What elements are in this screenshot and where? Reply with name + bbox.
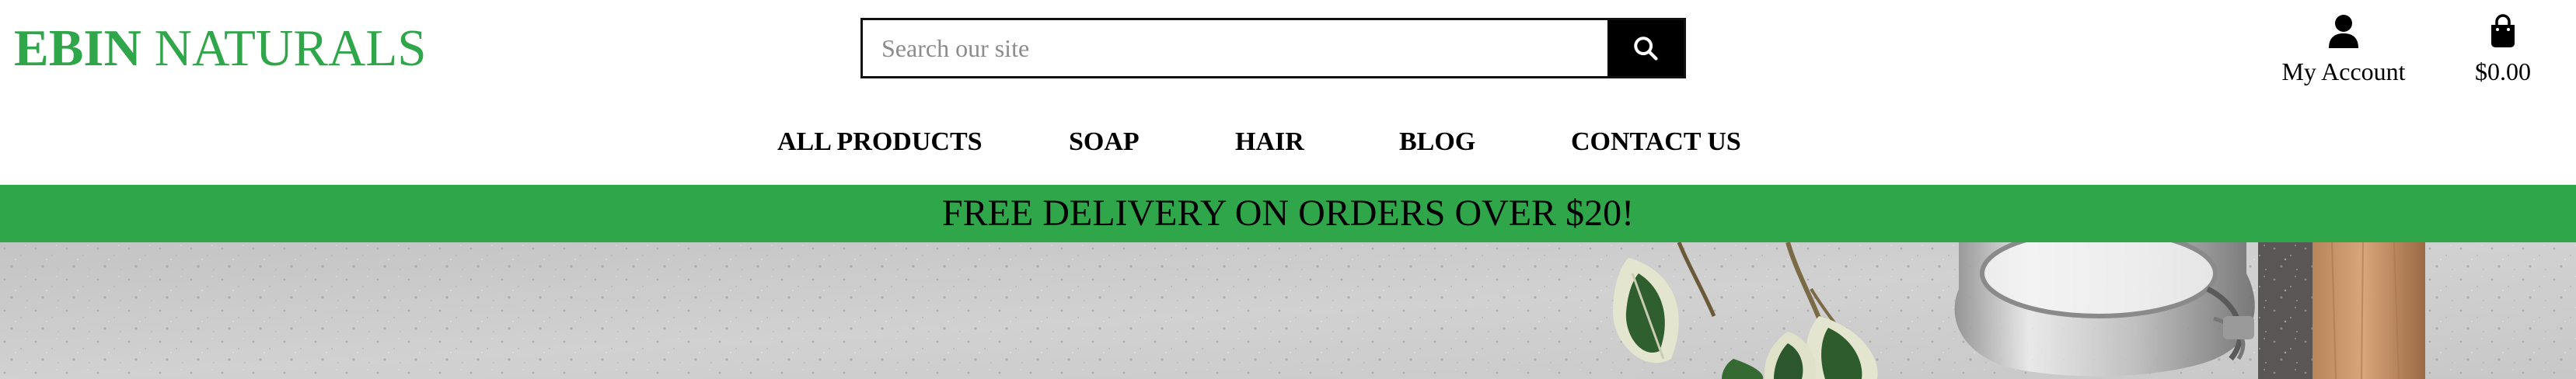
nav-item-all-products[interactable]: ALL PRODUCTS [777,123,983,162]
nav-item-blog[interactable]: BLOG [1399,123,1475,162]
search-button[interactable] [1607,20,1684,76]
search-input[interactable] [863,20,1607,76]
site-header: EBIN NATURALS My Account [0,0,2576,185]
cart-link[interactable]: $0.00 [2456,9,2550,86]
cart-total: $0.00 [2475,57,2531,85]
main-nav: ALL PRODUCTS SOAP HAIR BLOG CONTACT US [0,123,2576,162]
logo-bold-text: EBIN [14,19,141,77]
search-form [860,18,1686,78]
promo-banner: FREE DELIVERY ON ORDERS OVER $20! [0,185,2576,242]
site-logo[interactable]: EBIN NATURALS [14,17,427,79]
hero-image [0,242,2576,379]
promo-banner-text: FREE DELIVERY ON ORDERS OVER $20! [941,193,1635,234]
my-account-link[interactable]: My Account [2270,9,2417,86]
search-icon [1634,37,1658,61]
hero-background-image [0,242,2576,379]
user-icon [2329,15,2358,48]
shopping-bag-icon [2491,14,2515,47]
nav-item-soap[interactable]: SOAP [1069,123,1140,162]
my-account-label: My Account [2281,57,2406,85]
nav-item-hair[interactable]: HAIR [1235,123,1304,162]
logo-text: NATURALS [141,19,427,77]
nav-item-contact-us[interactable]: CONTACT US [1571,123,1741,162]
